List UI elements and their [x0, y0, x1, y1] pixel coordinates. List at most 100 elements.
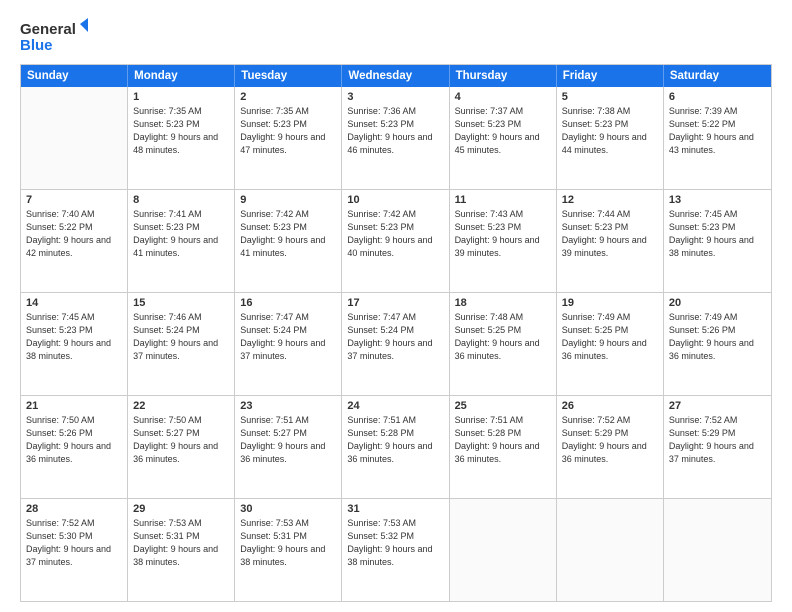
day-number: 3	[347, 91, 443, 103]
calendar-cell: 10 Sunrise: 7:42 AM Sunset: 5:23 PM Dayli…	[342, 190, 449, 292]
cell-info: Sunrise: 7:52 AM Sunset: 5:29 PM Dayligh…	[669, 414, 766, 466]
calendar-row: 7 Sunrise: 7:40 AM Sunset: 5:22 PM Daylig…	[21, 190, 771, 293]
day-number: 4	[455, 91, 551, 103]
cell-info: Sunrise: 7:53 AM Sunset: 5:31 PM Dayligh…	[240, 517, 336, 569]
cell-info: Sunrise: 7:35 AM Sunset: 5:23 PM Dayligh…	[133, 105, 229, 157]
day-number: 6	[669, 91, 766, 103]
calendar-body: 1 Sunrise: 7:35 AM Sunset: 5:23 PM Daylig…	[21, 87, 771, 601]
day-number: 13	[669, 194, 766, 206]
weekday-header: Thursday	[450, 65, 557, 87]
calendar-cell: 23 Sunrise: 7:51 AM Sunset: 5:27 PM Dayli…	[235, 396, 342, 498]
calendar-row: 14 Sunrise: 7:45 AM Sunset: 5:23 PM Dayli…	[21, 293, 771, 396]
cell-info: Sunrise: 7:42 AM Sunset: 5:23 PM Dayligh…	[240, 208, 336, 260]
weekday-header: Saturday	[664, 65, 771, 87]
calendar-cell: 26 Sunrise: 7:52 AM Sunset: 5:29 PM Dayli…	[557, 396, 664, 498]
cell-info: Sunrise: 7:50 AM Sunset: 5:27 PM Dayligh…	[133, 414, 229, 466]
calendar-cell: 13 Sunrise: 7:45 AM Sunset: 5:23 PM Dayli…	[664, 190, 771, 292]
cell-info: Sunrise: 7:49 AM Sunset: 5:26 PM Dayligh…	[669, 311, 766, 363]
day-number: 10	[347, 194, 443, 206]
day-number: 26	[562, 400, 658, 412]
day-number: 20	[669, 297, 766, 309]
calendar-cell: 8Sunrise: 7:41 AM Sunset: 5:23 PM Daylig…	[128, 190, 235, 292]
weekday-header: Friday	[557, 65, 664, 87]
calendar-cell: 17 Sunrise: 7:47 AM Sunset: 5:24 PM Dayli…	[342, 293, 449, 395]
day-number: 27	[669, 400, 766, 412]
cell-info: Sunrise: 7:51 AM Sunset: 5:28 PM Dayligh…	[455, 414, 551, 466]
calendar-cell: 18Sunrise: 7:48 AM Sunset: 5:25 PM Dayli…	[450, 293, 557, 395]
day-number: 21	[26, 400, 122, 412]
day-number: 19	[562, 297, 658, 309]
calendar-cell: 6Sunrise: 7:39 AM Sunset: 5:22 PM Daylig…	[664, 87, 771, 189]
cell-info: Sunrise: 7:45 AM Sunset: 5:23 PM Dayligh…	[669, 208, 766, 260]
day-number: 8	[133, 194, 229, 206]
calendar: SundayMondayTuesdayWednesdayThursdayFrid…	[20, 64, 772, 602]
weekday-header: Sunday	[21, 65, 128, 87]
calendar-row: 21 Sunrise: 7:50 AM Sunset: 5:26 PM Dayli…	[21, 396, 771, 499]
svg-text:Blue: Blue	[20, 37, 53, 54]
cell-info: Sunrise: 7:46 AM Sunset: 5:24 PM Dayligh…	[133, 311, 229, 363]
calendar-cell: 19 Sunrise: 7:49 AM Sunset: 5:25 PM Dayli…	[557, 293, 664, 395]
cell-info: Sunrise: 7:52 AM Sunset: 5:29 PM Dayligh…	[562, 414, 658, 466]
weekday-header: Wednesday	[342, 65, 449, 87]
calendar-cell: 15 Sunrise: 7:46 AM Sunset: 5:24 PM Dayli…	[128, 293, 235, 395]
svg-text:General: General	[20, 21, 76, 38]
calendar-cell: 1 Sunrise: 7:35 AM Sunset: 5:23 PM Daylig…	[128, 87, 235, 189]
day-number: 14	[26, 297, 122, 309]
cell-info: Sunrise: 7:42 AM Sunset: 5:23 PM Dayligh…	[347, 208, 443, 260]
cell-info: Sunrise: 7:49 AM Sunset: 5:25 PM Dayligh…	[562, 311, 658, 363]
cell-info: Sunrise: 7:43 AM Sunset: 5:23 PM Dayligh…	[455, 208, 551, 260]
page: GeneralBlue SundayMondayTuesdayWednesday…	[0, 0, 792, 612]
cell-info: Sunrise: 7:37 AM Sunset: 5:23 PM Dayligh…	[455, 105, 551, 157]
cell-info: Sunrise: 7:51 AM Sunset: 5:27 PM Dayligh…	[240, 414, 336, 466]
day-number: 23	[240, 400, 336, 412]
cell-info: Sunrise: 7:47 AM Sunset: 5:24 PM Dayligh…	[240, 311, 336, 363]
cell-info: Sunrise: 7:38 AM Sunset: 5:23 PM Dayligh…	[562, 105, 658, 157]
day-number: 5	[562, 91, 658, 103]
calendar-cell: 30 Sunrise: 7:53 AM Sunset: 5:31 PM Dayli…	[235, 499, 342, 601]
cell-info: Sunrise: 7:50 AM Sunset: 5:26 PM Dayligh…	[26, 414, 122, 466]
calendar-header: SundayMondayTuesdayWednesdayThursdayFrid…	[21, 65, 771, 87]
calendar-cell: 16 Sunrise: 7:47 AM Sunset: 5:24 PM Dayli…	[235, 293, 342, 395]
calendar-cell: 25 Sunrise: 7:51 AM Sunset: 5:28 PM Dayli…	[450, 396, 557, 498]
day-number: 29	[133, 503, 229, 515]
cell-info: Sunrise: 7:45 AM Sunset: 5:23 PM Dayligh…	[26, 311, 122, 363]
calendar-row: 28Sunrise: 7:52 AM Sunset: 5:30 PM Dayli…	[21, 499, 771, 601]
day-number: 31	[347, 503, 443, 515]
weekday-header: Monday	[128, 65, 235, 87]
day-number: 30	[240, 503, 336, 515]
cell-info: Sunrise: 7:53 AM Sunset: 5:32 PM Dayligh…	[347, 517, 443, 569]
day-number: 7	[26, 194, 122, 206]
calendar-cell: 2 Sunrise: 7:35 AM Sunset: 5:23 PM Daylig…	[235, 87, 342, 189]
weekday-header: Tuesday	[235, 65, 342, 87]
day-number: 9	[240, 194, 336, 206]
logo: GeneralBlue	[20, 18, 100, 54]
cell-info: Sunrise: 7:44 AM Sunset: 5:23 PM Dayligh…	[562, 208, 658, 260]
cell-info: Sunrise: 7:51 AM Sunset: 5:28 PM Dayligh…	[347, 414, 443, 466]
day-number: 22	[133, 400, 229, 412]
day-number: 1	[133, 91, 229, 103]
cell-info: Sunrise: 7:52 AM Sunset: 5:30 PM Dayligh…	[26, 517, 122, 569]
calendar-cell: 22 Sunrise: 7:50 AM Sunset: 5:27 PM Dayli…	[128, 396, 235, 498]
day-number: 25	[455, 400, 551, 412]
day-number: 2	[240, 91, 336, 103]
day-number: 15	[133, 297, 229, 309]
cell-info: Sunrise: 7:40 AM Sunset: 5:22 PM Dayligh…	[26, 208, 122, 260]
cell-info: Sunrise: 7:47 AM Sunset: 5:24 PM Dayligh…	[347, 311, 443, 363]
calendar-cell: 3 Sunrise: 7:36 AM Sunset: 5:23 PM Daylig…	[342, 87, 449, 189]
calendar-cell: 12 Sunrise: 7:44 AM Sunset: 5:23 PM Dayli…	[557, 190, 664, 292]
day-number: 24	[347, 400, 443, 412]
cell-info: Sunrise: 7:35 AM Sunset: 5:23 PM Dayligh…	[240, 105, 336, 157]
day-number: 17	[347, 297, 443, 309]
logo-svg: GeneralBlue	[20, 18, 100, 54]
day-number: 16	[240, 297, 336, 309]
day-number: 12	[562, 194, 658, 206]
calendar-cell: 7 Sunrise: 7:40 AM Sunset: 5:22 PM Daylig…	[21, 190, 128, 292]
cell-info: Sunrise: 7:48 AM Sunset: 5:25 PM Dayligh…	[455, 311, 551, 363]
calendar-cell: 24 Sunrise: 7:51 AM Sunset: 5:28 PM Dayli…	[342, 396, 449, 498]
cell-info: Sunrise: 7:36 AM Sunset: 5:23 PM Dayligh…	[347, 105, 443, 157]
day-number: 11	[455, 194, 551, 206]
calendar-cell: 4 Sunrise: 7:37 AM Sunset: 5:23 PM Daylig…	[450, 87, 557, 189]
calendar-cell: 9 Sunrise: 7:42 AM Sunset: 5:23 PM Daylig…	[235, 190, 342, 292]
calendar-cell: 5 Sunrise: 7:38 AM Sunset: 5:23 PM Daylig…	[557, 87, 664, 189]
calendar-cell: 20 Sunrise: 7:49 AM Sunset: 5:26 PM Dayli…	[664, 293, 771, 395]
